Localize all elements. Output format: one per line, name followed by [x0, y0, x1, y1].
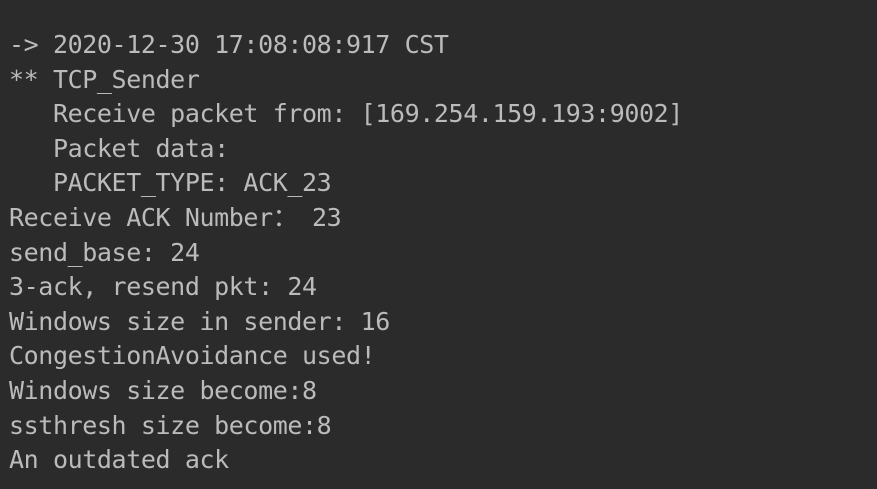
console-line-timestamp: -> 2020-12-30 17:08:08:917 CST — [9, 30, 449, 59]
console-output[interactable]: -> 2020-12-30 17:08:08:917 CST ** TCP_Se… — [0, 0, 877, 489]
console-line-ack-number: Receive ACK Number： 23 — [9, 202, 342, 232]
console-line-receive-packet: Receive packet from: [169.254.159.193:90… — [9, 99, 683, 129]
console-line-window-become: Windows size become:8 — [9, 375, 317, 405]
console-line-packet-data: Packet data: — [9, 133, 229, 163]
console-line-resend: 3-ack, resend pkt: 24 — [9, 272, 317, 302]
console-line-congestion: CongestionAvoidance used! — [9, 341, 376, 371]
console-line-sender-header: ** TCP_Sender — [9, 64, 200, 94]
console-line-outdated-ack: An outdated ack — [9, 445, 229, 475]
console-line-send-base: send_base: 24 — [9, 237, 200, 267]
console-line-ssthresh: ssthresh size become:8 — [9, 410, 332, 440]
console-line-window-size: Windows size in sender: 16 — [9, 306, 390, 336]
console-line-packet-type: PACKET_TYPE: ACK_23 — [9, 168, 332, 198]
